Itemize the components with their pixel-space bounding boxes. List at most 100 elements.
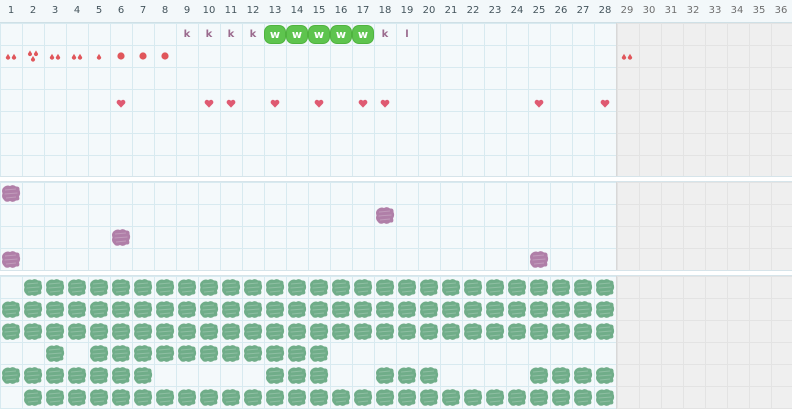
- green-mark-cell[interactable]: [242, 320, 264, 342]
- day-label-9[interactable]: 9: [176, 0, 198, 22]
- symptom-letter-cell[interactable]: l: [396, 23, 418, 45]
- green-mark-cell[interactable]: [484, 298, 506, 320]
- green-mark-cell[interactable]: [22, 298, 44, 320]
- green-mark-cell[interactable]: [352, 320, 374, 342]
- green-mark-cell[interactable]: [462, 298, 484, 320]
- green-mark-cell[interactable]: [528, 276, 550, 298]
- green-mark-cell[interactable]: [440, 276, 462, 298]
- green-mark-cell[interactable]: [0, 298, 22, 320]
- green-mark-cell[interactable]: [198, 342, 220, 364]
- green-mark-cell[interactable]: [132, 298, 154, 320]
- flow-cell[interactable]: [66, 45, 88, 67]
- day-label-32[interactable]: 32: [682, 0, 704, 22]
- day-label-6[interactable]: 6: [110, 0, 132, 22]
- day-label-27[interactable]: 27: [572, 0, 594, 22]
- green-mark-cell[interactable]: [374, 276, 396, 298]
- green-mark-cell[interactable]: [506, 386, 528, 408]
- green-mark-cell[interactable]: [132, 364, 154, 386]
- green-mark-cell[interactable]: [220, 342, 242, 364]
- green-mark-cell[interactable]: [44, 276, 66, 298]
- green-mark-cell[interactable]: [440, 386, 462, 408]
- green-mark-cell[interactable]: [396, 320, 418, 342]
- green-mark-cell[interactable]: [374, 386, 396, 408]
- symptom-badge-cell[interactable]: w: [352, 23, 374, 45]
- green-mark-cell[interactable]: [594, 298, 616, 320]
- green-mark-cell[interactable]: [396, 276, 418, 298]
- purple-mark-cell[interactable]: [110, 226, 132, 248]
- green-mark-cell[interactable]: [110, 386, 132, 408]
- green-mark-cell[interactable]: [242, 276, 264, 298]
- green-mark-cell[interactable]: [154, 386, 176, 408]
- symptom-letter-cell[interactable]: k: [176, 23, 198, 45]
- day-label-15[interactable]: 15: [308, 0, 330, 22]
- purple-mark-cell[interactable]: [528, 248, 550, 270]
- green-mark-cell[interactable]: [22, 320, 44, 342]
- green-mark-cell[interactable]: [330, 320, 352, 342]
- flow-cell[interactable]: [0, 45, 22, 67]
- green-mark-cell[interactable]: [440, 320, 462, 342]
- green-mark-cell[interactable]: [286, 276, 308, 298]
- green-mark-cell[interactable]: [132, 320, 154, 342]
- green-mark-cell[interactable]: [264, 320, 286, 342]
- green-mark-cell[interactable]: [220, 298, 242, 320]
- green-mark-cell[interactable]: [22, 386, 44, 408]
- green-mark-cell[interactable]: [132, 386, 154, 408]
- heart-cell[interactable]: [594, 92, 616, 114]
- green-mark-cell[interactable]: [572, 386, 594, 408]
- green-mark-cell[interactable]: [88, 342, 110, 364]
- green-mark-cell[interactable]: [550, 298, 572, 320]
- green-mark-cell[interactable]: [594, 320, 616, 342]
- green-mark-cell[interactable]: [462, 386, 484, 408]
- green-mark-cell[interactable]: [484, 276, 506, 298]
- green-mark-cell[interactable]: [374, 364, 396, 386]
- green-mark-cell[interactable]: [308, 342, 330, 364]
- green-mark-cell[interactable]: [22, 364, 44, 386]
- green-mark-cell[interactable]: [154, 298, 176, 320]
- green-mark-cell[interactable]: [110, 276, 132, 298]
- green-mark-cell[interactable]: [506, 276, 528, 298]
- green-mark-cell[interactable]: [594, 386, 616, 408]
- green-mark-cell[interactable]: [374, 298, 396, 320]
- day-label-26[interactable]: 26: [550, 0, 572, 22]
- green-mark-cell[interactable]: [528, 364, 550, 386]
- green-mark-cell[interactable]: [550, 320, 572, 342]
- green-mark-cell[interactable]: [572, 298, 594, 320]
- green-mark-cell[interactable]: [418, 298, 440, 320]
- green-mark-cell[interactable]: [198, 320, 220, 342]
- green-mark-cell[interactable]: [176, 320, 198, 342]
- day-label-25[interactable]: 25: [528, 0, 550, 22]
- day-label-29[interactable]: 29: [616, 0, 638, 22]
- day-label-16[interactable]: 16: [330, 0, 352, 22]
- green-mark-cell[interactable]: [308, 320, 330, 342]
- symptom-badge-cell[interactable]: w: [264, 23, 286, 45]
- green-mark-cell[interactable]: [396, 386, 418, 408]
- green-mark-cell[interactable]: [418, 320, 440, 342]
- day-label-28[interactable]: 28: [594, 0, 616, 22]
- green-mark-cell[interactable]: [88, 320, 110, 342]
- green-mark-cell[interactable]: [550, 364, 572, 386]
- green-mark-cell[interactable]: [418, 364, 440, 386]
- green-mark-cell[interactable]: [330, 386, 352, 408]
- green-mark-cell[interactable]: [66, 276, 88, 298]
- green-mark-cell[interactable]: [154, 276, 176, 298]
- green-mark-cell[interactable]: [220, 320, 242, 342]
- heart-cell[interactable]: [528, 92, 550, 114]
- green-mark-cell[interactable]: [506, 320, 528, 342]
- flow-cell[interactable]: [22, 45, 44, 67]
- green-mark-cell[interactable]: [286, 298, 308, 320]
- day-label-35[interactable]: 35: [748, 0, 770, 22]
- heart-cell[interactable]: [308, 92, 330, 114]
- green-mark-cell[interactable]: [550, 276, 572, 298]
- symptom-letter-cell[interactable]: k: [242, 23, 264, 45]
- green-mark-cell[interactable]: [220, 386, 242, 408]
- green-mark-cell[interactable]: [528, 320, 550, 342]
- day-label-5[interactable]: 5: [88, 0, 110, 22]
- day-label-17[interactable]: 17: [352, 0, 374, 22]
- green-mark-cell[interactable]: [110, 320, 132, 342]
- day-label-13[interactable]: 13: [264, 0, 286, 22]
- day-label-31[interactable]: 31: [660, 0, 682, 22]
- green-mark-cell[interactable]: [330, 298, 352, 320]
- day-label-11[interactable]: 11: [220, 0, 242, 22]
- green-mark-cell[interactable]: [110, 298, 132, 320]
- green-mark-cell[interactable]: [88, 276, 110, 298]
